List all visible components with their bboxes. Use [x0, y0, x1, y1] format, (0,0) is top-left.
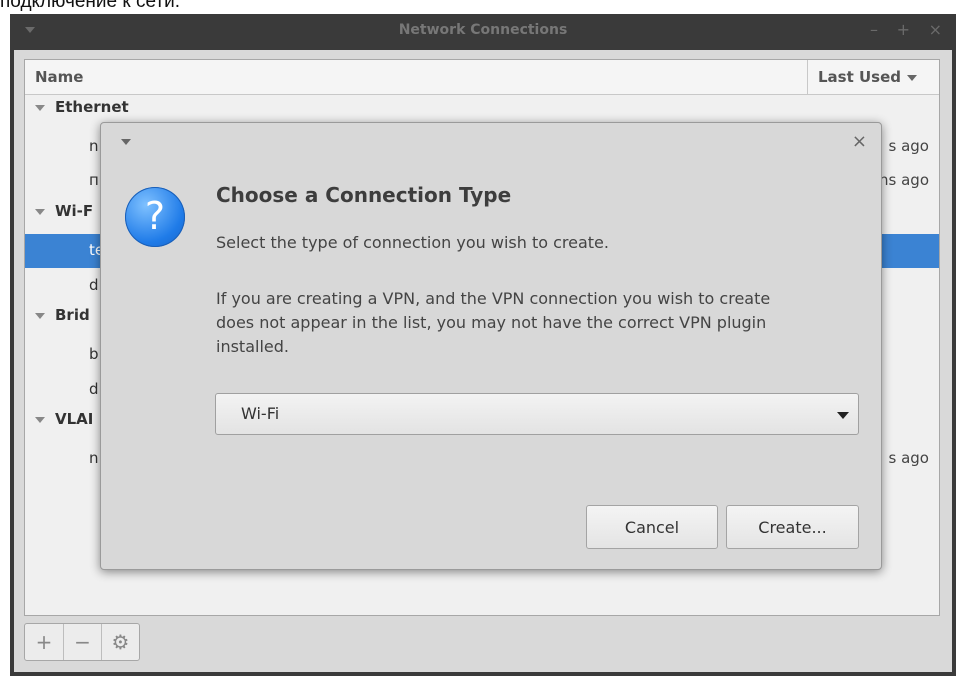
expander-icon[interactable]: [35, 416, 45, 423]
info-line: If you are creating a VPN, and the VPN c…: [216, 289, 771, 308]
group-label-text: VLAI: [55, 410, 94, 429]
choose-connection-type-dialog: × ? Choose a Connection Type Select the …: [100, 122, 882, 570]
connection-name: d: [89, 275, 99, 294]
create-button[interactable]: Create...: [726, 505, 859, 549]
group-label: Ethernet: [35, 98, 129, 116]
top-caption: подключение к сети.: [0, 0, 181, 12]
settings-gear-icon[interactable]: ⚙: [101, 624, 139, 660]
dialog-subtitle: Select the type of connection you wish t…: [216, 233, 609, 252]
info-line: installed.: [216, 337, 289, 356]
minimize-button[interactable]: –: [870, 20, 878, 39]
close-button[interactable]: ×: [929, 20, 942, 39]
group-label: Wi-F: [35, 202, 93, 220]
group-label: Brid: [35, 306, 90, 324]
connection-name: d: [89, 379, 99, 398]
expander-icon[interactable]: [35, 104, 45, 111]
column-header-last-used[interactable]: Last Used: [818, 68, 918, 86]
group-label-text: Ethernet: [55, 98, 129, 116]
maximize-button[interactable]: +: [897, 20, 910, 39]
info-line: does not appear in the list, you may not…: [216, 313, 767, 332]
last-used-time: s ago: [888, 136, 929, 155]
connection-name: п: [89, 171, 99, 190]
dialog-close-button[interactable]: ×: [852, 131, 867, 152]
remove-connection-button[interactable]: −: [63, 624, 101, 660]
window-title: Network Connections: [398, 22, 568, 38]
column-separator: [807, 60, 808, 94]
column-header-name[interactable]: Name: [35, 68, 83, 86]
titlebar: Network Connections – + ×: [10, 14, 956, 50]
last-used-time: s ago: [888, 449, 929, 467]
sort-arrow-icon: [907, 74, 918, 81]
connection-name: b: [89, 344, 99, 363]
expander-icon[interactable]: [35, 208, 45, 215]
last-used-time: ns ago: [879, 171, 929, 190]
list-toolbar: + − ⚙: [24, 623, 140, 661]
column-header-last-used-label: Last Used: [818, 68, 902, 86]
list-header: Name Last Used: [25, 60, 939, 95]
dialog-title: Choose a Connection Type: [216, 183, 512, 207]
group-label-text: Wi-F: [55, 202, 94, 221]
add-connection-button[interactable]: +: [25, 624, 63, 660]
connection-name: n: [89, 449, 99, 467]
connection-type-select[interactable]: Wi-Fi: [215, 393, 859, 435]
connection-name: n: [89, 136, 99, 155]
dialog-menu-icon[interactable]: [121, 139, 131, 145]
cancel-button[interactable]: Cancel: [586, 505, 718, 549]
connection-type-value: Wi-Fi: [241, 404, 280, 423]
question-icon: ?: [125, 187, 185, 247]
expander-icon[interactable]: [35, 312, 45, 319]
dropdown-arrow-icon: [837, 412, 849, 419]
group-label: VLAI: [35, 410, 93, 428]
group-label-text: Brid: [55, 306, 90, 325]
dialog-info-text: If you are creating a VPN, and the VPN c…: [216, 287, 826, 359]
